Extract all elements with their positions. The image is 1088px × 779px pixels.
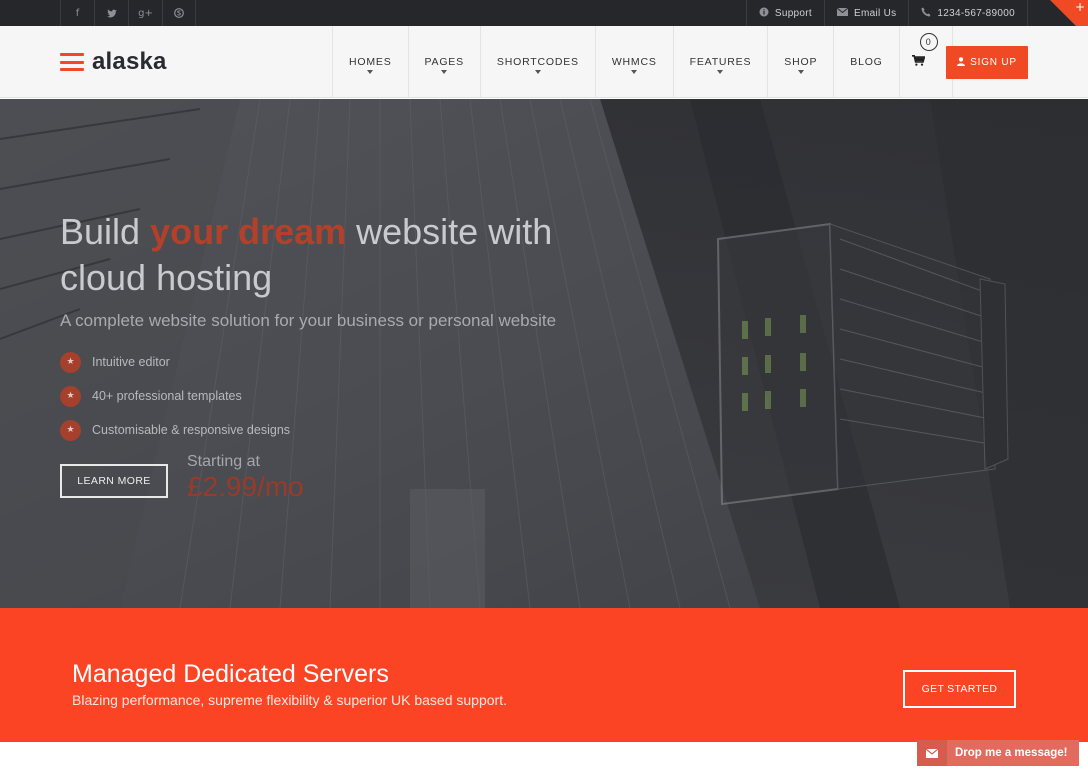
main-nav: HOMES PAGES SHORTCODES WHMCS FEATURES SH…	[332, 26, 953, 98]
social-links: f g+	[60, 0, 196, 26]
nav-label: FEATURES	[689, 56, 752, 68]
cart-count-badge: 0	[919, 33, 938, 51]
get-started-button[interactable]: GET STARTED	[903, 670, 1016, 708]
nav-item-homes[interactable]: HOMES	[332, 26, 408, 98]
info-icon	[759, 7, 769, 20]
feature-label: 40+ professional templates	[92, 389, 242, 403]
sign-up-label: SIGN UP	[970, 57, 1017, 68]
hero-section: Build your dream website with cloud host…	[0, 99, 1088, 608]
envelope-icon	[917, 740, 947, 766]
hero-title-accent: your dream	[150, 211, 347, 252]
nav-item-shortcodes[interactable]: SHORTCODES	[479, 26, 595, 98]
skype-icon[interactable]	[162, 0, 196, 26]
star-icon: ★	[60, 385, 81, 407]
nav-item-shop[interactable]: SHOP	[767, 26, 833, 98]
chevron-down-icon	[631, 70, 638, 74]
google-plus-icon[interactable]: g+	[128, 0, 162, 26]
plus-icon[interactable]: +	[1075, 0, 1085, 14]
band-subtitle: Blazing performance, supreme flexibility…	[72, 692, 507, 708]
drop-message-button[interactable]: Drop me a message!	[917, 740, 1079, 766]
nav-item-whmcs[interactable]: WHMCS	[594, 26, 673, 98]
support-label: Support	[774, 7, 812, 19]
user-icon	[957, 56, 966, 69]
phone-number: 1234-567-89000	[937, 7, 1015, 19]
skype-glyph	[174, 8, 184, 18]
phone-icon	[921, 7, 931, 20]
top-bar: f g+ Support Email Us 1234-567-89000 +	[0, 0, 1088, 38]
list-item: ★ Intuitive editor	[60, 345, 290, 379]
hero-title: Build your dream website with cloud host…	[60, 209, 620, 301]
twitter-icon[interactable]	[94, 0, 128, 26]
feature-label: Intuitive editor	[92, 355, 170, 369]
nav-item-blog[interactable]: BLOG	[833, 26, 898, 98]
nav-item-features[interactable]: FEATURES	[672, 26, 768, 98]
chevron-down-icon	[367, 70, 374, 74]
band-title: Managed Dedicated Servers	[72, 660, 389, 688]
phone-link[interactable]: 1234-567-89000	[908, 0, 1028, 26]
learn-more-button[interactable]: LEARN MORE	[60, 464, 168, 498]
facebook-icon[interactable]: f	[60, 0, 94, 26]
drop-message-label: Drop me a message!	[955, 747, 1068, 759]
nav-label: BLOG	[850, 56, 883, 68]
chevron-down-icon	[797, 70, 804, 74]
email-label: Email Us	[853, 7, 897, 19]
star-icon: ★	[60, 419, 81, 441]
hero-title-pre: Build	[60, 211, 151, 252]
logo-text: alaska	[92, 48, 167, 75]
nav-label: SHOP	[784, 56, 818, 68]
hero-subtitle: A complete website solution for your bus…	[60, 311, 557, 330]
chevron-down-icon	[441, 70, 448, 74]
list-item: ★ Customisable & responsive designs	[60, 413, 290, 447]
email-link[interactable]: Email Us	[823, 0, 908, 26]
price: £2.99/mo	[187, 471, 304, 502]
chevron-down-icon	[717, 70, 724, 74]
cart-icon	[912, 54, 926, 70]
star-icon: ★	[60, 351, 81, 373]
dedicated-servers-band: Managed Dedicated Servers Blazing perfor…	[0, 608, 1088, 742]
menu-icon	[60, 53, 84, 71]
nav-label: HOMES	[349, 56, 392, 68]
page: f g+ Support Email Us 1234-567-89000 + a…	[0, 0, 1088, 779]
nav-label: SHORTCODES	[496, 56, 579, 68]
logo[interactable]: alaska	[60, 48, 167, 76]
site-header: alaska HOMES PAGES SHORTCODES WHMCS FEAT…	[0, 26, 1088, 98]
support-link[interactable]: Support	[745, 0, 824, 26]
feature-list: ★ Intuitive editor ★ 40+ professional te…	[60, 345, 290, 447]
starting-at-label: Starting at	[187, 453, 260, 470]
twitter-bird-glyph	[106, 8, 117, 17]
list-item: ★ 40+ professional templates	[60, 379, 290, 413]
contact-links: Support Email Us 1234-567-89000	[745, 0, 1028, 26]
nav-label: PAGES	[424, 56, 464, 68]
sign-up-button[interactable]: SIGN UP	[946, 46, 1028, 79]
feature-label: Customisable & responsive designs	[92, 423, 291, 437]
cart-button[interactable]: 0	[898, 26, 953, 98]
nav-item-pages[interactable]: PAGES	[407, 26, 480, 98]
chevron-down-icon	[534, 70, 541, 74]
nav-label: WHMCS	[611, 56, 657, 68]
envelope-icon	[836, 7, 849, 19]
